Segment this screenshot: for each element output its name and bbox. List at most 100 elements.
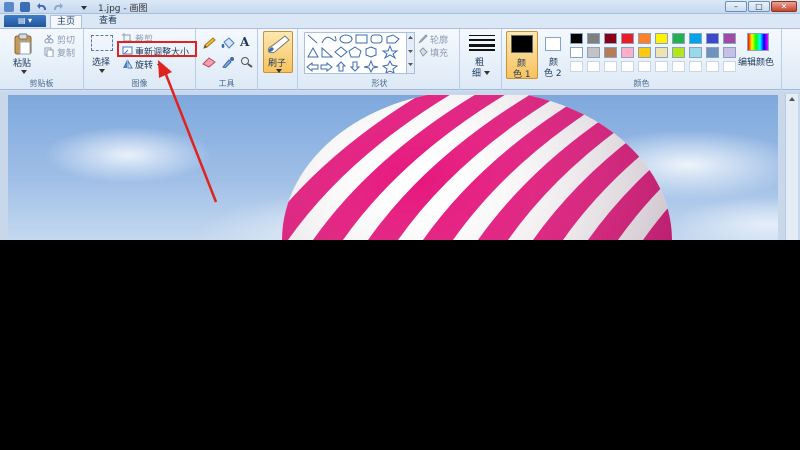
close-button[interactable]: ✕	[771, 1, 797, 12]
title-bar: 1.jpg - 画图 – □ ✕	[0, 0, 800, 14]
shapes-group: 轮廓 填充 形状	[300, 29, 460, 90]
ribbon: 粘贴 剪切 复制 剪贴板 选择 裁剪 重新调整大小 旋转 图像 A 工具 刷子 …	[0, 28, 800, 90]
rotate-dropdown-icon[interactable]	[157, 62, 163, 72]
shapes-gallery	[304, 32, 407, 74]
image-canvas[interactable]	[8, 95, 778, 240]
app-icon	[4, 2, 14, 12]
line-size-icon[interactable]	[469, 35, 495, 54]
palette-swatch[interactable]	[638, 61, 651, 72]
palette-swatch[interactable]	[655, 33, 668, 44]
clipboard-group: 粘贴 剪切 复制 剪贴板	[0, 29, 84, 90]
edit-colors-icon[interactable]	[747, 33, 769, 51]
fill-bucket-icon[interactable]	[221, 37, 235, 52]
tab-home[interactable]: 主页	[50, 15, 83, 28]
brushes-group: 刷子	[258, 29, 298, 90]
palette-swatch[interactable]	[689, 61, 702, 72]
scissors-icon	[44, 34, 54, 47]
color2-button[interactable]: 颜 色 2	[540, 31, 568, 79]
palette-swatch[interactable]	[587, 47, 600, 58]
palette-swatch[interactable]	[689, 47, 702, 58]
image-group: 选择 裁剪 重新调整大小 旋转 图像	[84, 29, 196, 90]
color2-swatch	[545, 37, 561, 51]
palette-swatch[interactable]	[638, 33, 651, 44]
select-dropdown-icon[interactable]	[99, 67, 105, 77]
black-letterbox-area	[0, 240, 800, 450]
tools-group-label: 工具	[218, 79, 235, 88]
outline-button[interactable]: 轮廓	[430, 33, 448, 46]
palette-swatch[interactable]	[655, 47, 668, 58]
minimize-button[interactable]: –	[725, 1, 747, 12]
redo-icon[interactable]	[52, 2, 64, 12]
color1-swatch	[511, 35, 533, 53]
palette-swatch[interactable]	[723, 61, 736, 72]
palette-swatch[interactable]	[638, 47, 651, 58]
palette-swatch[interactable]	[723, 33, 736, 44]
palette-swatch[interactable]	[604, 47, 617, 58]
brushes-button[interactable]: 刷子	[263, 31, 293, 73]
crop-button[interactable]: 裁剪	[135, 32, 153, 45]
palette-swatch[interactable]	[621, 61, 634, 72]
palette-swatch[interactable]	[655, 61, 668, 72]
paste-icon[interactable]	[13, 33, 33, 58]
select-icon[interactable]	[91, 35, 113, 51]
tab-view[interactable]: 查看	[93, 15, 123, 28]
paste-dropdown-icon[interactable]	[21, 68, 27, 78]
fill-icon	[418, 47, 428, 60]
canvas-area	[0, 91, 800, 240]
palette-swatch[interactable]	[723, 47, 736, 58]
vertical-scrollbar[interactable]	[785, 94, 798, 240]
palette-swatch[interactable]	[689, 33, 702, 44]
eraser-icon[interactable]	[202, 56, 216, 71]
palette-swatch[interactable]	[570, 33, 583, 44]
colors-group-label: 颜色	[633, 79, 650, 88]
paint-window: 1.jpg - 画图 – □ ✕ ▤ ▾ 主页 查看 粘贴 剪切 复制 剪贴板	[0, 0, 800, 240]
palette-swatch[interactable]	[672, 47, 685, 58]
palette-swatch[interactable]	[587, 61, 600, 72]
shapes-gallery-scroll[interactable]	[406, 32, 415, 74]
copy-button[interactable]: 复制	[57, 46, 75, 59]
outline-icon	[418, 34, 428, 47]
fill-button[interactable]: 填充	[430, 46, 448, 59]
color-picker-icon[interactable]	[221, 56, 235, 71]
palette-swatch[interactable]	[604, 33, 617, 44]
resize-icon	[122, 46, 133, 59]
crop-icon	[122, 33, 132, 46]
palette-swatch[interactable]	[621, 47, 634, 58]
palette-swatch[interactable]	[570, 47, 583, 58]
image-group-label: 图像	[131, 79, 148, 88]
color1-button[interactable]: 颜 色 1	[506, 31, 538, 80]
balloon-stripe	[698, 95, 778, 240]
maximize-button[interactable]: □	[748, 1, 770, 12]
magnifier-icon[interactable]	[240, 56, 254, 71]
size-button-line2: 细	[472, 69, 482, 79]
text-tool-icon[interactable]: A	[240, 35, 249, 49]
clipboard-group-label: 剪贴板	[29, 79, 54, 88]
palette-swatch[interactable]	[706, 33, 719, 44]
save-icon[interactable]	[20, 2, 30, 12]
balloon-stripe	[282, 95, 293, 240]
pencil-icon[interactable]	[202, 37, 216, 52]
palette-swatch[interactable]	[706, 61, 719, 72]
palette-swatch[interactable]	[672, 33, 685, 44]
tools-group: A 工具	[196, 29, 258, 90]
palette-swatch[interactable]	[570, 61, 583, 72]
palette-swatch[interactable]	[706, 47, 719, 58]
undo-icon[interactable]	[36, 2, 48, 12]
palette-swatch[interactable]	[672, 61, 685, 72]
rotate-icon	[122, 59, 133, 72]
edit-colors-button[interactable]: 编辑颜色	[738, 55, 774, 68]
shapes-group-label: 形状	[371, 79, 388, 88]
color-palette	[570, 33, 742, 75]
size-group: 粗 细	[462, 29, 502, 90]
palette-swatch[interactable]	[587, 33, 600, 44]
copy-icon	[44, 47, 54, 60]
customize-quick-access-icon[interactable]	[80, 2, 88, 12]
palette-swatch[interactable]	[621, 33, 634, 44]
palette-swatch[interactable]	[604, 61, 617, 72]
file-menu-button[interactable]: ▤ ▾	[4, 15, 46, 27]
cut-button[interactable]: 剪切	[57, 33, 75, 46]
size-dropdown-icon[interactable]	[484, 69, 490, 79]
brushes-dropdown-icon	[276, 67, 282, 77]
resize-button[interactable]: 重新调整大小	[135, 45, 189, 58]
rotate-button[interactable]: 旋转	[135, 58, 153, 71]
